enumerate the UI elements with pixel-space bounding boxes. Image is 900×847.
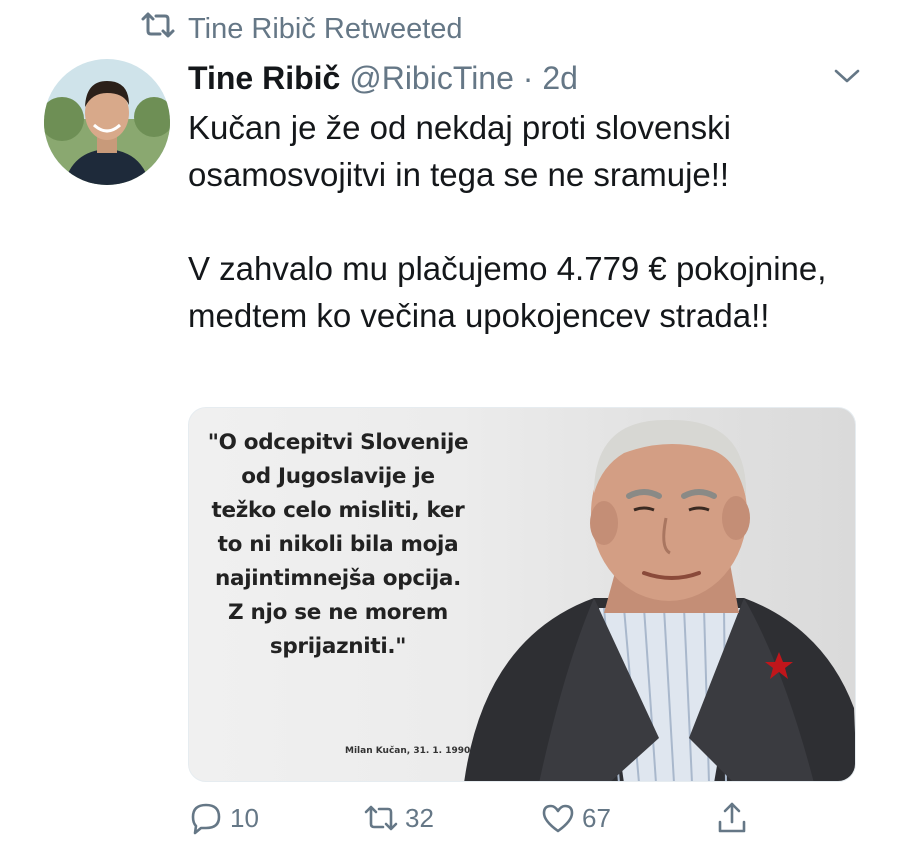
retweeted-by-bar[interactable]: Tine Ribič Retweeted — [140, 10, 463, 48]
quote-text: "O odcepitvi Slovenije od Jugoslavije je… — [207, 430, 469, 659]
author-name[interactable]: Tine Ribič — [188, 60, 340, 96]
avatar[interactable] — [44, 59, 170, 185]
portrait-photo — [464, 419, 855, 781]
author-handle[interactable]: @RibicTine — [349, 60, 514, 96]
time-separator: · — [513, 60, 543, 96]
reply-count: 10 — [230, 802, 259, 833]
chevron-down-icon[interactable] — [832, 66, 862, 86]
tweet-paragraph: V zahvalo mu plačujemo 4.779 € pokojnine… — [188, 250, 827, 334]
tweet-time[interactable]: 2d — [542, 60, 578, 96]
tweet-actions: 10 32 67 — [188, 800, 768, 844]
reply-button[interactable]: 10 — [188, 800, 259, 836]
heart-icon — [542, 804, 574, 833]
tweet-media-image[interactable]: "O odcepitvi Slovenije od Jugoslavije je… — [188, 407, 856, 782]
share-icon — [718, 802, 746, 833]
retweet-count: 32 — [405, 802, 434, 833]
tweet-text: Kučan je že od nekdaj proti slovenski os… — [188, 104, 868, 339]
retweet-button[interactable]: 32 — [363, 800, 434, 836]
retweet-icon — [364, 805, 398, 831]
like-button[interactable]: 67 — [540, 800, 611, 836]
tweet-paragraph: Kučan je že od nekdaj proti slovenski os… — [188, 109, 731, 193]
like-count: 67 — [582, 802, 611, 833]
retweet-icon — [140, 10, 176, 48]
share-button[interactable] — [714, 800, 750, 836]
tweet-header: Tine Ribič @RibicTine · 2d — [188, 58, 578, 98]
retweeted-by-text: Tine Ribič Retweeted — [188, 12, 463, 45]
reply-icon — [191, 803, 221, 835]
